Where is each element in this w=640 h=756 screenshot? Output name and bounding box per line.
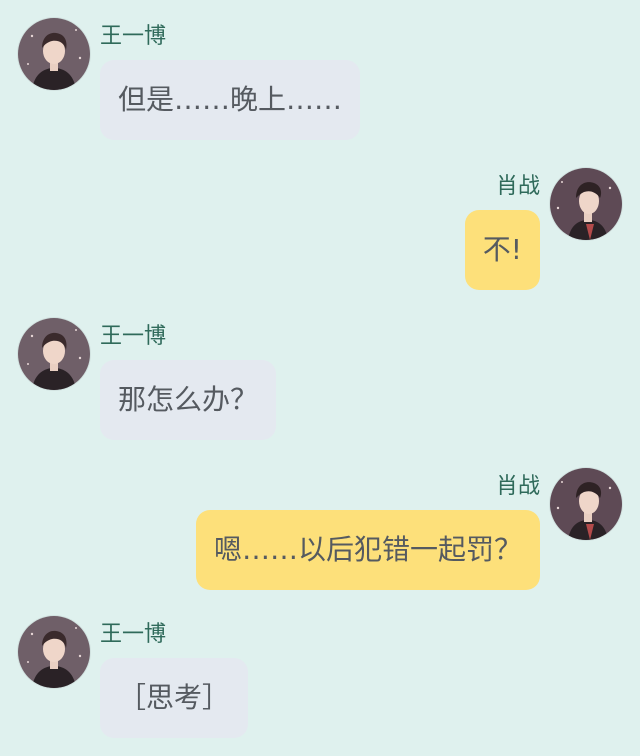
chat-message: 肖战 嗯……以后犯错一起罚？	[0, 468, 640, 608]
avatar[interactable]	[18, 18, 90, 90]
chat-message: 王一博 那怎么办？	[0, 318, 640, 458]
chat-message: 王一博 ［思考］	[0, 616, 640, 756]
person-photo-icon	[550, 168, 622, 240]
person-photo-icon	[18, 18, 90, 90]
avatar[interactable]	[18, 318, 90, 390]
person-photo-icon	[18, 318, 90, 390]
sender-name: 肖战	[495, 474, 540, 499]
chat-message: 肖战 不!	[0, 168, 640, 308]
sender-name: 王一博	[100, 324, 167, 349]
sender-name: 王一博	[100, 24, 167, 49]
person-photo-icon	[18, 616, 90, 688]
chat-message: 王一博 但是……晚上……	[0, 18, 640, 158]
message-bubble[interactable]: 嗯……以后犯错一起罚？	[195, 510, 540, 590]
message-bubble[interactable]: ［思考］	[100, 658, 249, 738]
person-photo-icon	[550, 468, 622, 540]
avatar[interactable]	[550, 468, 622, 540]
message-bubble[interactable]: 不!	[464, 210, 540, 290]
message-bubble[interactable]: 那怎么办？	[100, 360, 277, 440]
avatar[interactable]	[550, 168, 622, 240]
message-bubble[interactable]: 但是……晚上……	[100, 60, 361, 140]
avatar[interactable]	[18, 616, 90, 688]
chat-thread: 王一博 但是……晚上…… 肖战 不! 王一博 那怎么办？ 肖战 嗯……以后犯错一…	[0, 0, 640, 748]
sender-name: 肖战	[495, 174, 540, 199]
sender-name: 王一博	[100, 622, 167, 647]
